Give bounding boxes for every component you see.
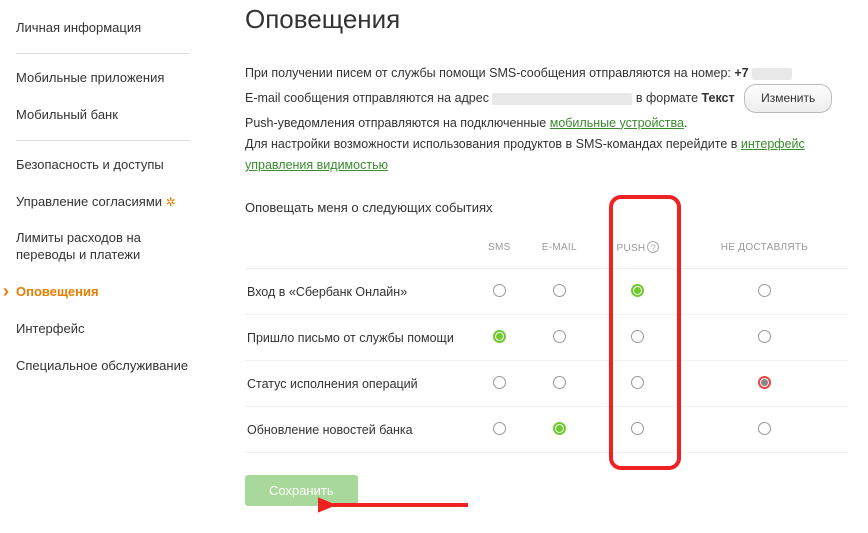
masked-email bbox=[492, 93, 632, 105]
radio-option[interactable] bbox=[758, 284, 771, 297]
row-label: Статус исполнения операций bbox=[245, 361, 475, 407]
masked-phone bbox=[752, 68, 792, 80]
radio-option[interactable] bbox=[493, 422, 506, 435]
radio-option[interactable] bbox=[493, 284, 506, 297]
sidebar-item-personal[interactable]: Личная информация bbox=[16, 10, 190, 47]
row-label: Пришло письмо от службы помощи bbox=[245, 315, 475, 361]
radio-option[interactable] bbox=[631, 422, 644, 435]
radio-option[interactable] bbox=[631, 376, 644, 389]
table-row: Обновление новостей банка bbox=[245, 407, 848, 453]
radio-option[interactable] bbox=[631, 330, 644, 343]
phone-prefix: +7 bbox=[734, 66, 748, 80]
asterisk-icon: ✲ bbox=[166, 195, 176, 209]
notifications-table: SMS E-MAIL PUSH? НЕ ДОСТАВЛЯТЬ Вход в «С… bbox=[245, 229, 848, 453]
table-row: Вход в «Сбербанк Онлайн» bbox=[245, 269, 848, 315]
radio-option[interactable] bbox=[553, 284, 566, 297]
info-sms-text: При получении писем от службы помощи SMS… bbox=[245, 66, 734, 80]
change-button[interactable]: Изменить bbox=[744, 84, 832, 112]
info-push-text: Push-уведомления отправляются на подключ… bbox=[245, 116, 550, 130]
sidebar-item-interface[interactable]: Интерфейс bbox=[16, 311, 190, 348]
info-email-text: E-mail сообщения отправляются на адрес bbox=[245, 91, 492, 105]
sidebar: Личная информация Мобильные приложения М… bbox=[0, 0, 190, 533]
help-icon[interactable]: ? bbox=[647, 241, 659, 253]
radio-option[interactable] bbox=[631, 284, 644, 297]
radio-option[interactable] bbox=[758, 422, 771, 435]
radio-option[interactable] bbox=[553, 376, 566, 389]
main-content: Оповещения При получении писем от службы… bbox=[190, 0, 868, 533]
sidebar-item-special[interactable]: Специальное обслуживание bbox=[16, 348, 190, 385]
row-label: Обновление новостей банка bbox=[245, 407, 475, 453]
table-row: Статус исполнения операций bbox=[245, 361, 848, 407]
table-subtitle: Оповещать меня о следующих событиях bbox=[245, 200, 848, 215]
sidebar-item-notifications[interactable]: Оповещения bbox=[16, 274, 190, 311]
sidebar-item-mobile-bank[interactable]: Мобильный банк bbox=[16, 97, 190, 134]
col-sms: SMS bbox=[475, 229, 524, 269]
table-row: Пришло письмо от службы помощи bbox=[245, 315, 848, 361]
mobile-devices-link[interactable]: мобильные устройства bbox=[550, 116, 684, 130]
info-format-text: в формате bbox=[632, 91, 701, 105]
row-label: Вход в «Сбербанк Онлайн» bbox=[245, 269, 475, 315]
radio-option[interactable] bbox=[758, 330, 771, 343]
sidebar-item-label: Управление согласиями bbox=[16, 194, 162, 209]
sidebar-item-mobile-apps[interactable]: Мобильные приложения bbox=[16, 60, 190, 97]
page-title: Оповещения bbox=[245, 4, 848, 35]
sidebar-item-limits[interactable]: Лимиты расходов на переводы и платежи bbox=[16, 220, 190, 274]
info-block: При получении писем от службы помощи SMS… bbox=[245, 63, 848, 176]
sidebar-item-security[interactable]: Безопасность и доступы bbox=[16, 147, 190, 184]
radio-option[interactable] bbox=[493, 376, 506, 389]
radio-option[interactable] bbox=[758, 376, 771, 389]
info-visibility-text: Для настройки возможности использования … bbox=[245, 137, 741, 151]
col-push: PUSH? bbox=[595, 229, 681, 269]
radio-option[interactable] bbox=[553, 330, 566, 343]
info-format-value: Текст bbox=[702, 91, 735, 105]
col-nodeliver: НЕ ДОСТАВЛЯТЬ bbox=[681, 229, 848, 269]
sidebar-item-consents[interactable]: Управление согласиями ✲ bbox=[16, 184, 190, 221]
save-button[interactable]: Сохранить bbox=[245, 475, 358, 506]
radio-option[interactable] bbox=[553, 422, 566, 435]
radio-option[interactable] bbox=[493, 330, 506, 343]
col-email: E-MAIL bbox=[524, 229, 596, 269]
